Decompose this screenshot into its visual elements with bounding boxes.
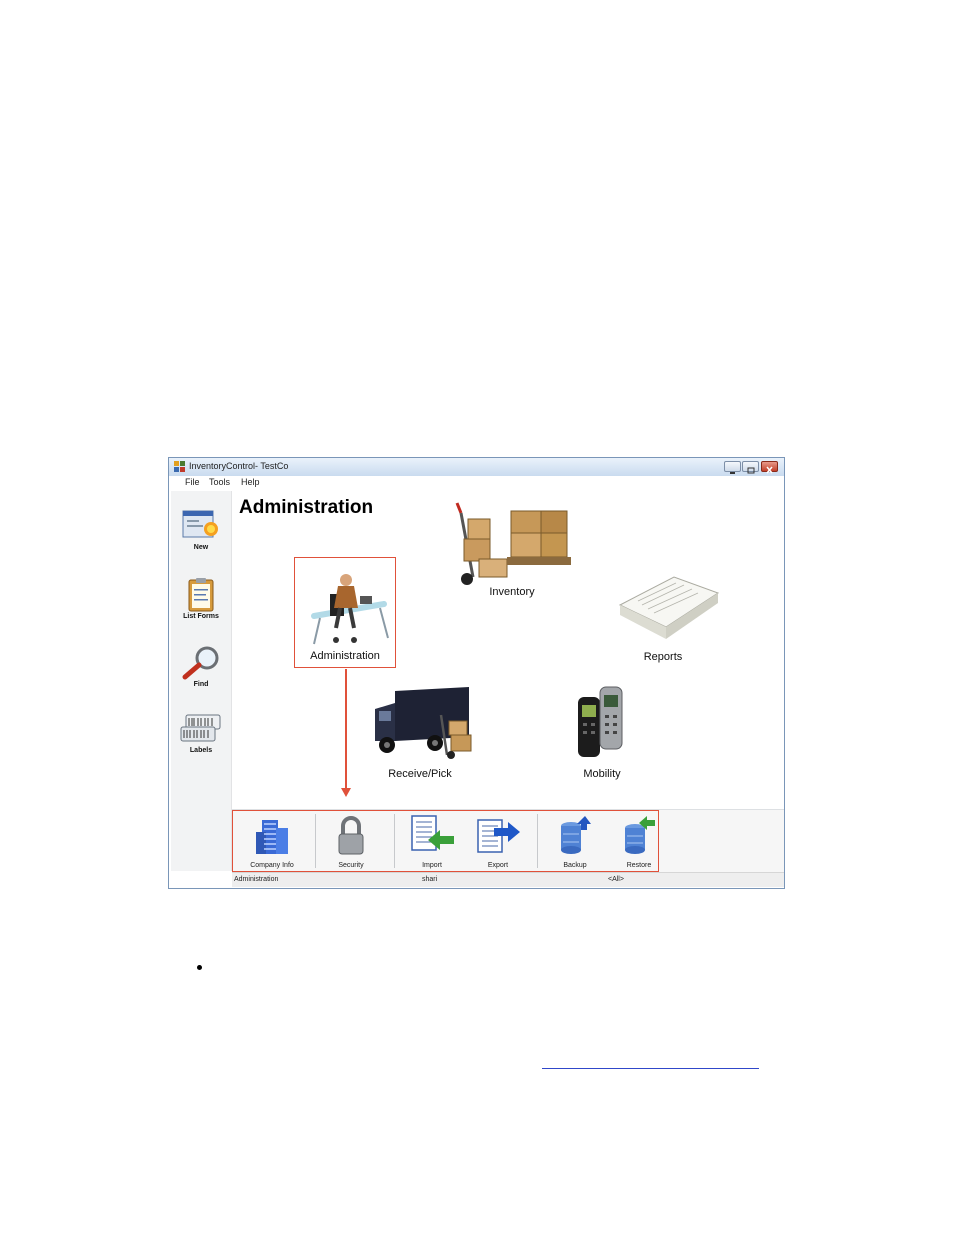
window-title: InventoryControl- TestCo xyxy=(189,461,289,471)
toolbar-separator xyxy=(394,814,395,868)
module-mobility[interactable]: Mobility xyxy=(566,685,638,789)
sidebar-item-new[interactable]: New xyxy=(171,507,231,551)
toolbar-label-security: Security xyxy=(338,862,364,869)
maximize-button[interactable] xyxy=(742,461,759,474)
handheld-scanner-icon xyxy=(578,686,623,757)
menu-bar: File Tools Help xyxy=(169,476,784,490)
toolbar-label-restore: Restore xyxy=(626,862,652,869)
admin-desk-icon xyxy=(311,574,389,645)
toolbar-backup[interactable]: Backup xyxy=(545,814,605,869)
toolbar-security[interactable]: Security xyxy=(321,814,381,869)
status-bar: Administration shari <All> xyxy=(232,872,784,887)
boxes-handtruck-icon xyxy=(455,502,571,585)
clipboard-icon xyxy=(188,578,214,612)
import-icon xyxy=(411,815,454,851)
menu-help[interactable]: Help xyxy=(241,477,260,487)
module-label-mobility: Mobility xyxy=(583,768,621,780)
app-window: InventoryControl- TestCo File Tools Help… xyxy=(168,457,785,889)
toolbar-separator xyxy=(315,814,316,868)
sidebar-label-list-forms: List Forms xyxy=(183,613,219,620)
module-label-reports: Reports xyxy=(643,651,683,663)
module-label-receive-pick: Receive/Pick xyxy=(388,768,452,780)
toolbar-export[interactable]: Export xyxy=(468,814,528,869)
page-title: Administration xyxy=(239,497,374,518)
close-icon xyxy=(766,466,773,474)
toolbar-restore[interactable]: Restore xyxy=(609,814,669,869)
menu-file[interactable]: File xyxy=(185,477,200,487)
minimize-icon xyxy=(730,472,735,474)
sidebar-label-new: New xyxy=(193,544,209,551)
toolbar-label-company-info: Company Info xyxy=(250,862,294,869)
maximize-icon xyxy=(747,467,755,474)
title-bar: InventoryControl- TestCo xyxy=(169,458,784,477)
sidebar-item-find[interactable]: Find xyxy=(171,645,231,688)
sidebar-label-find: Find xyxy=(193,681,209,688)
toolbar-label-export: Export xyxy=(487,862,509,869)
new-form-icon xyxy=(182,510,218,538)
module-label-administration: Administration xyxy=(310,650,380,662)
delivery-truck-icon xyxy=(375,687,472,759)
restore-icon xyxy=(625,816,655,854)
module-reports[interactable]: Reports xyxy=(602,571,724,671)
module-inventory[interactable]: Inventory xyxy=(453,499,571,607)
padlock-icon xyxy=(338,816,364,855)
paper-stack-icon xyxy=(618,576,720,639)
status-filter: <All> xyxy=(608,876,624,883)
list-bullet xyxy=(197,965,202,970)
toolbar-label-backup: Backup xyxy=(563,862,587,869)
toolbar-import[interactable]: Import xyxy=(402,814,462,869)
status-user: shari xyxy=(422,876,438,883)
magnifier-icon xyxy=(182,646,219,680)
sidebar-label-labels: Labels xyxy=(189,747,213,754)
toolbar-label-import: Import xyxy=(422,862,442,869)
module-label-inventory: Inventory xyxy=(489,586,535,598)
backup-icon xyxy=(561,816,591,854)
sidebar-item-labels[interactable]: Labels xyxy=(171,713,231,754)
building-icon xyxy=(256,820,288,854)
export-icon xyxy=(477,819,520,853)
app-icon xyxy=(174,461,185,472)
close-button[interactable] xyxy=(761,461,778,474)
minimize-button[interactable] xyxy=(724,461,741,474)
module-receive-pick[interactable]: Receive/Pick xyxy=(365,685,475,789)
main-panel: Administration Inventory Administration … xyxy=(232,491,784,809)
labels-icon xyxy=(180,714,221,742)
sidebar-item-list-forms[interactable]: List Forms xyxy=(171,577,231,620)
module-administration[interactable]: Administration xyxy=(294,557,396,668)
toolbar-company-info[interactable]: Company Info xyxy=(242,814,302,869)
menu-tools[interactable]: Tools xyxy=(209,477,230,487)
annotation-arrow-line xyxy=(345,669,347,790)
left-sidebar: New List Forms Find Labels xyxy=(171,491,232,871)
annotation-arrow-head xyxy=(341,788,351,797)
hyperlink-underline[interactable] xyxy=(542,1068,759,1069)
status-section: Administration xyxy=(234,876,279,883)
toolbar-separator xyxy=(537,814,538,868)
admin-toolbar: Company Info Security Import Export Back… xyxy=(232,809,784,873)
